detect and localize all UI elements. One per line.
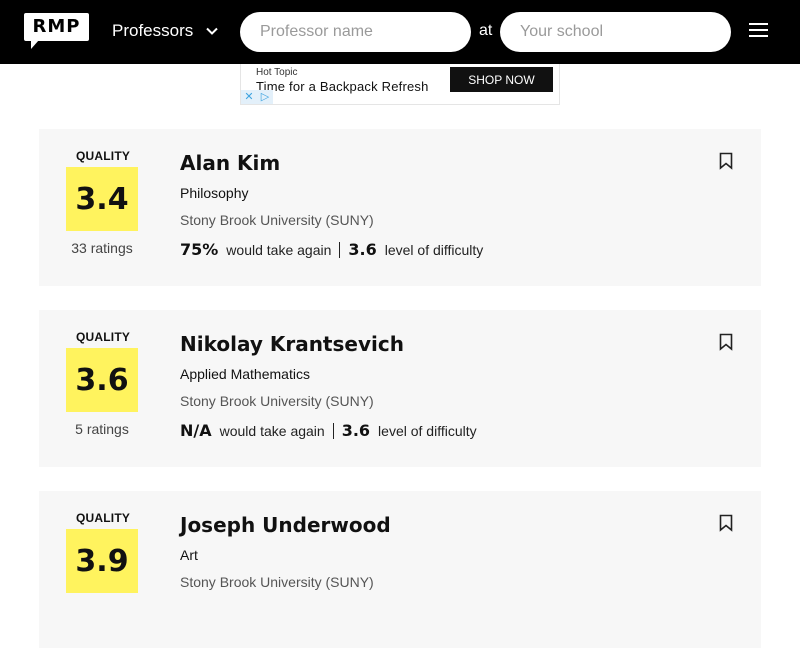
stat-divider xyxy=(339,241,341,258)
chevron-down-icon xyxy=(206,27,218,35)
ratings-count: 33 ratings xyxy=(71,240,133,256)
rmp-logo[interactable]: RMP xyxy=(24,13,89,49)
ad-brand: Hot Topic xyxy=(256,67,298,78)
ad-choices-icon[interactable]: ▷ xyxy=(257,90,273,104)
stat-divider xyxy=(332,422,334,439)
take-again-label: would take again xyxy=(219,422,325,439)
ratings-count: 5 ratings xyxy=(75,421,129,437)
professor-card[interactable]: QUALITY 3.4 33 ratings Alan Kim Philosop… xyxy=(39,129,761,286)
professor-card[interactable]: QUALITY 3.9 Joseph Underwood Art Stony B… xyxy=(39,491,761,648)
search-type-dropdown[interactable]: Professors xyxy=(112,21,219,41)
logo-speech-tail xyxy=(31,40,39,49)
quality-label: QUALITY xyxy=(76,511,131,525)
professor-name-input[interactable] xyxy=(240,12,471,52)
ad-headline: Time for a Backpack Refresh xyxy=(256,79,429,94)
ad-choices-badge[interactable]: ✕ ▷ xyxy=(241,90,273,104)
professor-department: Applied Mathematics xyxy=(180,366,310,382)
bookmark-icon[interactable] xyxy=(719,152,733,170)
bookmark-icon[interactable] xyxy=(719,514,733,532)
quality-label: QUALITY xyxy=(76,330,131,344)
professor-department: Art xyxy=(180,547,198,563)
quality-score: 3.9 xyxy=(66,529,138,593)
difficulty-label: level of difficulty xyxy=(384,241,484,258)
school-input[interactable] xyxy=(500,12,731,52)
professor-school: Stony Brook University (SUNY) xyxy=(180,574,374,590)
at-label: at xyxy=(479,22,493,39)
logo-text: RMP xyxy=(32,16,81,37)
top-nav-bar: RMP Professors at xyxy=(0,0,800,64)
professor-name[interactable]: Joseph Underwood xyxy=(180,513,391,537)
difficulty-label: level of difficulty xyxy=(378,422,477,439)
quality-score: 3.6 xyxy=(66,348,138,412)
professor-school: Stony Brook University (SUNY) xyxy=(180,393,374,409)
professor-name[interactable]: Nikolay Krantsevich xyxy=(180,332,404,356)
search-type-label: Professors xyxy=(112,21,194,40)
quality-score: 3.4 xyxy=(66,167,138,231)
quality-label: QUALITY xyxy=(76,149,131,163)
professor-card[interactable]: QUALITY 3.6 5 ratings Nikolay Krantsevic… xyxy=(39,310,761,467)
professor-name[interactable]: Alan Kim xyxy=(180,151,280,175)
professor-stats: N/A would take again 3.6 level of diffic… xyxy=(180,421,477,440)
take-again-label: would take again xyxy=(226,241,332,258)
difficulty-value: 3.6 xyxy=(341,421,371,440)
ad-shop-now-button[interactable]: SHOP NOW xyxy=(450,67,553,92)
professor-school: Stony Brook University (SUNY) xyxy=(180,212,374,228)
difficulty-value: 3.6 xyxy=(348,240,377,259)
close-ad-icon[interactable]: ✕ xyxy=(241,90,257,104)
take-again-value: N/A xyxy=(180,421,212,440)
professor-department: Philosophy xyxy=(180,185,249,201)
take-again-value: 75% xyxy=(180,240,219,259)
hamburger-menu-icon[interactable] xyxy=(749,23,768,40)
professor-stats: 75% would take again 3.6 level of diffic… xyxy=(180,240,483,259)
bookmark-icon[interactable] xyxy=(719,333,733,351)
advertisement-banner[interactable]: Hot Topic Time for a Backpack Refresh SH… xyxy=(240,64,560,105)
